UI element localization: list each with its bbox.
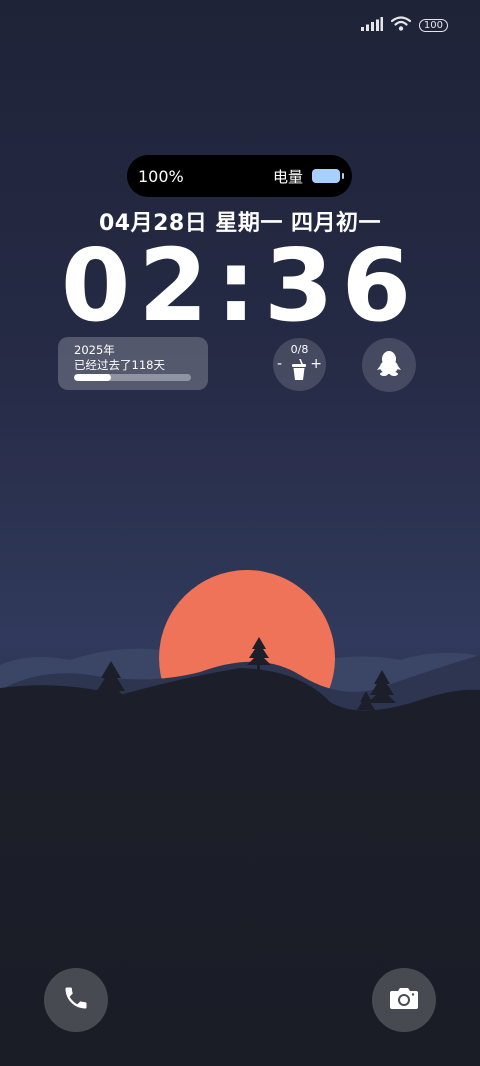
signal-icon bbox=[360, 16, 383, 35]
battery-percent: 100% bbox=[138, 166, 184, 186]
battery-label-group: 电量 bbox=[272, 166, 344, 187]
qq-penguin-icon bbox=[377, 350, 401, 380]
phone-button[interactable] bbox=[44, 968, 108, 1032]
water-widget[interactable]: 0/8 - + bbox=[273, 338, 326, 391]
status-bar: 100 bbox=[360, 14, 448, 36]
wallpaper-landscape bbox=[0, 570, 480, 760]
battery-island[interactable]: 100% 电量 bbox=[127, 155, 352, 197]
wifi-icon bbox=[390, 15, 412, 35]
qq-shortcut[interactable] bbox=[362, 338, 416, 392]
water-plus-button[interactable]: + bbox=[310, 356, 322, 372]
year-progress-widget[interactable]: 2025年 已经过去了118天 bbox=[58, 337, 208, 390]
battery-icon: 100 bbox=[418, 18, 448, 32]
phone-icon bbox=[62, 984, 90, 1016]
water-count: 0/8 bbox=[290, 343, 309, 356]
battery-level-icon bbox=[312, 169, 344, 183]
cup-icon bbox=[291, 358, 307, 384]
year-label: 2025年 bbox=[74, 343, 115, 357]
year-progress-bar bbox=[74, 374, 191, 381]
battery-label: 电量 bbox=[272, 167, 303, 186]
year-days-text: 已经过去了118天 bbox=[74, 358, 165, 372]
lock-time: 02:36 bbox=[60, 227, 420, 344]
year-progress-fill bbox=[74, 374, 112, 381]
camera-button[interactable] bbox=[372, 968, 436, 1032]
camera-icon bbox=[389, 985, 419, 1015]
water-minus-button[interactable]: - bbox=[277, 356, 282, 372]
